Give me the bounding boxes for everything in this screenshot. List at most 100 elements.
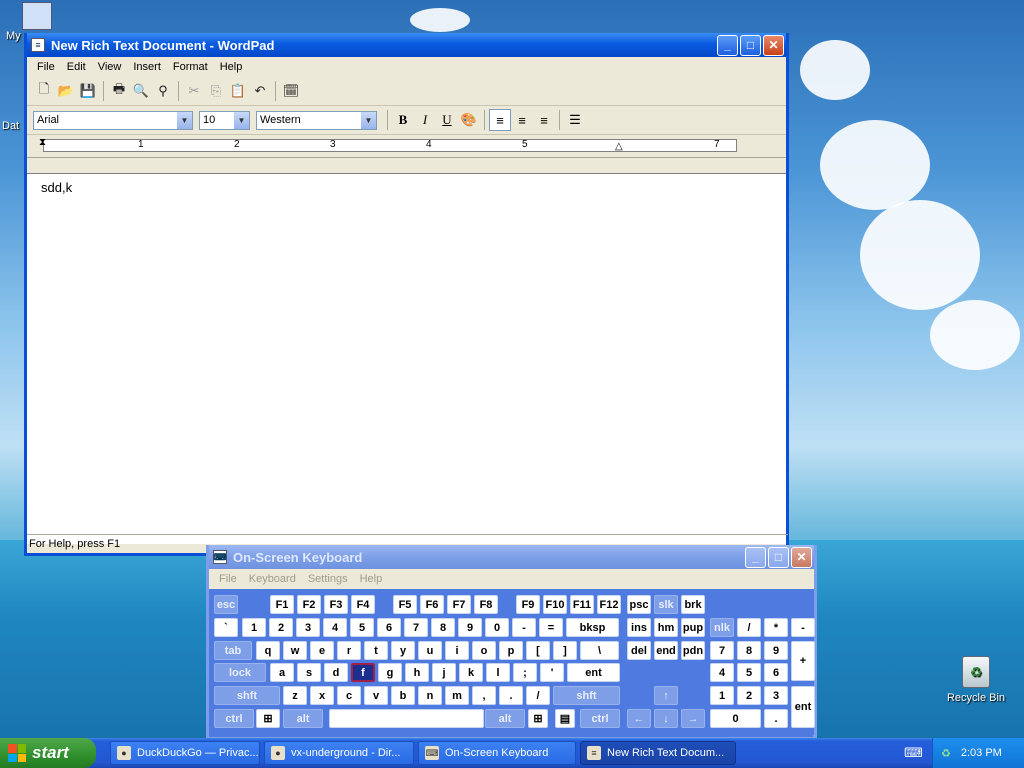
close-button[interactable]: ✕ xyxy=(791,546,812,568)
key-symbol[interactable]: ; xyxy=(513,663,537,682)
key-3[interactable]: 3 xyxy=(764,686,788,705)
menu-insert[interactable]: Insert xyxy=(127,61,167,73)
key-symbol[interactable]: ] xyxy=(553,641,577,660)
key-F4[interactable]: F4 xyxy=(351,595,375,614)
chevron-down-icon[interactable]: ▼ xyxy=(361,111,376,129)
task-button-osk[interactable]: ⌨ On-Screen Keyboard xyxy=(418,741,576,765)
document-editor[interactable]: sdd,k xyxy=(27,173,786,544)
key-brk[interactable]: brk xyxy=(681,595,705,614)
key-3[interactable]: 3 xyxy=(296,618,320,637)
key-nlk[interactable]: nlk xyxy=(710,618,734,637)
key-F2[interactable]: F2 xyxy=(297,595,321,614)
key-symbol[interactable]: / xyxy=(737,618,761,637)
menu-view[interactable]: View xyxy=(92,61,128,73)
key-w[interactable]: w xyxy=(283,641,307,660)
windows-key-icon[interactable]: ⊞ xyxy=(528,709,548,728)
align-right-icon[interactable]: ≡ xyxy=(533,109,555,131)
key-8[interactable]: 8 xyxy=(737,641,761,660)
key-symbol[interactable]: * xyxy=(764,618,788,637)
key-1[interactable]: 1 xyxy=(710,686,734,705)
key-symbol[interactable]: , xyxy=(472,686,496,705)
menu-format[interactable]: Format xyxy=(167,61,214,73)
osk-titlebar[interactable]: ⌨ On-Screen Keyboard _ □ ✕ xyxy=(209,545,814,569)
desktop-icon-dat[interactable]: Dat xyxy=(2,120,19,132)
minimize-button[interactable]: _ xyxy=(745,546,766,568)
key-psc[interactable]: psc xyxy=(627,595,651,614)
task-button-vx-underground[interactable]: ● vx-underground - Dir... xyxy=(264,741,414,765)
key-lock[interactable]: lock xyxy=(214,663,266,682)
key-F5[interactable]: F5 xyxy=(393,595,417,614)
key-9[interactable]: 9 xyxy=(458,618,482,637)
bullets-icon[interactable]: ☰ xyxy=(564,109,586,131)
key-c[interactable]: c xyxy=(337,686,361,705)
right-indent-marker[interactable]: △ xyxy=(615,141,623,152)
print-icon[interactable]: 🖶 xyxy=(108,80,130,102)
menu-help[interactable]: Help xyxy=(354,573,389,585)
menu-settings[interactable]: Settings xyxy=(302,573,354,585)
key-p[interactable]: p xyxy=(499,641,523,660)
script-combo[interactable]: Western ▼ xyxy=(256,110,377,130)
key-ctrl[interactable]: ctrl xyxy=(580,709,620,728)
new-document-icon[interactable]: 🗋 xyxy=(33,80,55,102)
key-s[interactable]: s xyxy=(297,663,321,682)
maximize-button[interactable]: □ xyxy=(768,546,789,568)
chevron-down-icon[interactable]: ▼ xyxy=(177,111,192,129)
key-4[interactable]: 4 xyxy=(323,618,347,637)
align-left-icon[interactable]: ≡ xyxy=(489,109,511,131)
color-palette-icon[interactable]: 🎨 xyxy=(458,109,480,131)
key-m[interactable]: m xyxy=(445,686,469,705)
key-symbol[interactable]: ` xyxy=(214,618,238,637)
menu-edit[interactable]: Edit xyxy=(61,61,92,73)
key-F10[interactable]: F10 xyxy=(543,595,567,614)
key-ent[interactable]: ent xyxy=(791,686,815,728)
key-symbol[interactable]: ↑ xyxy=(654,686,678,705)
key-symbol[interactable]: ← xyxy=(627,709,651,728)
key-tab[interactable]: tab xyxy=(214,641,252,660)
chevron-down-icon[interactable]: ▼ xyxy=(234,111,249,129)
key-v[interactable]: v xyxy=(364,686,388,705)
key-9[interactable]: 9 xyxy=(764,641,788,660)
key-6[interactable]: 6 xyxy=(764,663,788,682)
key-k[interactable]: k xyxy=(459,663,483,682)
cut-icon[interactable]: ✂ xyxy=(183,80,205,102)
key-0[interactable]: 0 xyxy=(485,618,509,637)
save-icon[interactable]: 💾 xyxy=(77,80,99,102)
font-size-combo[interactable]: 10 ▼ xyxy=(199,110,250,130)
key-u[interactable]: u xyxy=(418,641,442,660)
open-folder-icon[interactable]: 📂 xyxy=(55,80,77,102)
wordpad-titlebar[interactable]: ≡ New Rich Text Document - WordPad _ □ ✕ xyxy=(27,33,786,57)
key-end[interactable]: end xyxy=(654,641,678,660)
key-ent[interactable]: ent xyxy=(567,663,620,682)
menu-file[interactable]: File xyxy=(31,61,61,73)
maximize-button[interactable]: □ xyxy=(740,34,761,56)
font-name-combo[interactable]: Arial ▼ xyxy=(33,110,193,130)
key-7[interactable]: 7 xyxy=(710,641,734,660)
key-f[interactable]: f xyxy=(351,663,375,682)
key-symbol[interactable]: / xyxy=(526,686,550,705)
key-o[interactable]: o xyxy=(472,641,496,660)
key-g[interactable]: g xyxy=(378,663,402,682)
key-hm[interactable]: hm xyxy=(654,618,678,637)
align-center-icon[interactable]: ≡ xyxy=(511,109,533,131)
close-button[interactable]: ✕ xyxy=(763,34,784,56)
key-pup[interactable]: pup xyxy=(681,618,705,637)
key-symbol[interactable]: . xyxy=(764,709,788,728)
left-indent-marker[interactable]: ⧗ xyxy=(39,137,46,148)
key-a[interactable]: a xyxy=(270,663,294,682)
key-F7[interactable]: F7 xyxy=(447,595,471,614)
key-h[interactable]: h xyxy=(405,663,429,682)
windows-key-icon[interactable]: ⊞ xyxy=(256,709,280,728)
key-i[interactable]: i xyxy=(445,641,469,660)
key-shft[interactable]: shft xyxy=(553,686,620,705)
key-F6[interactable]: F6 xyxy=(420,595,444,614)
clock[interactable]: 2:03 PM xyxy=(961,747,1002,759)
key-4[interactable]: 4 xyxy=(710,663,734,682)
key-y[interactable]: y xyxy=(391,641,415,660)
date-time-icon[interactable]: 🗓 xyxy=(280,80,302,102)
key-d[interactable]: d xyxy=(324,663,348,682)
key-symbol[interactable]: ' xyxy=(540,663,564,682)
key-t[interactable]: t xyxy=(364,641,388,660)
key-x[interactable]: x xyxy=(310,686,334,705)
menu-keyboard[interactable]: Keyboard xyxy=(243,573,302,585)
desktop-icon-recycle-bin[interactable]: ♻ Recycle Bin xyxy=(946,656,1006,704)
